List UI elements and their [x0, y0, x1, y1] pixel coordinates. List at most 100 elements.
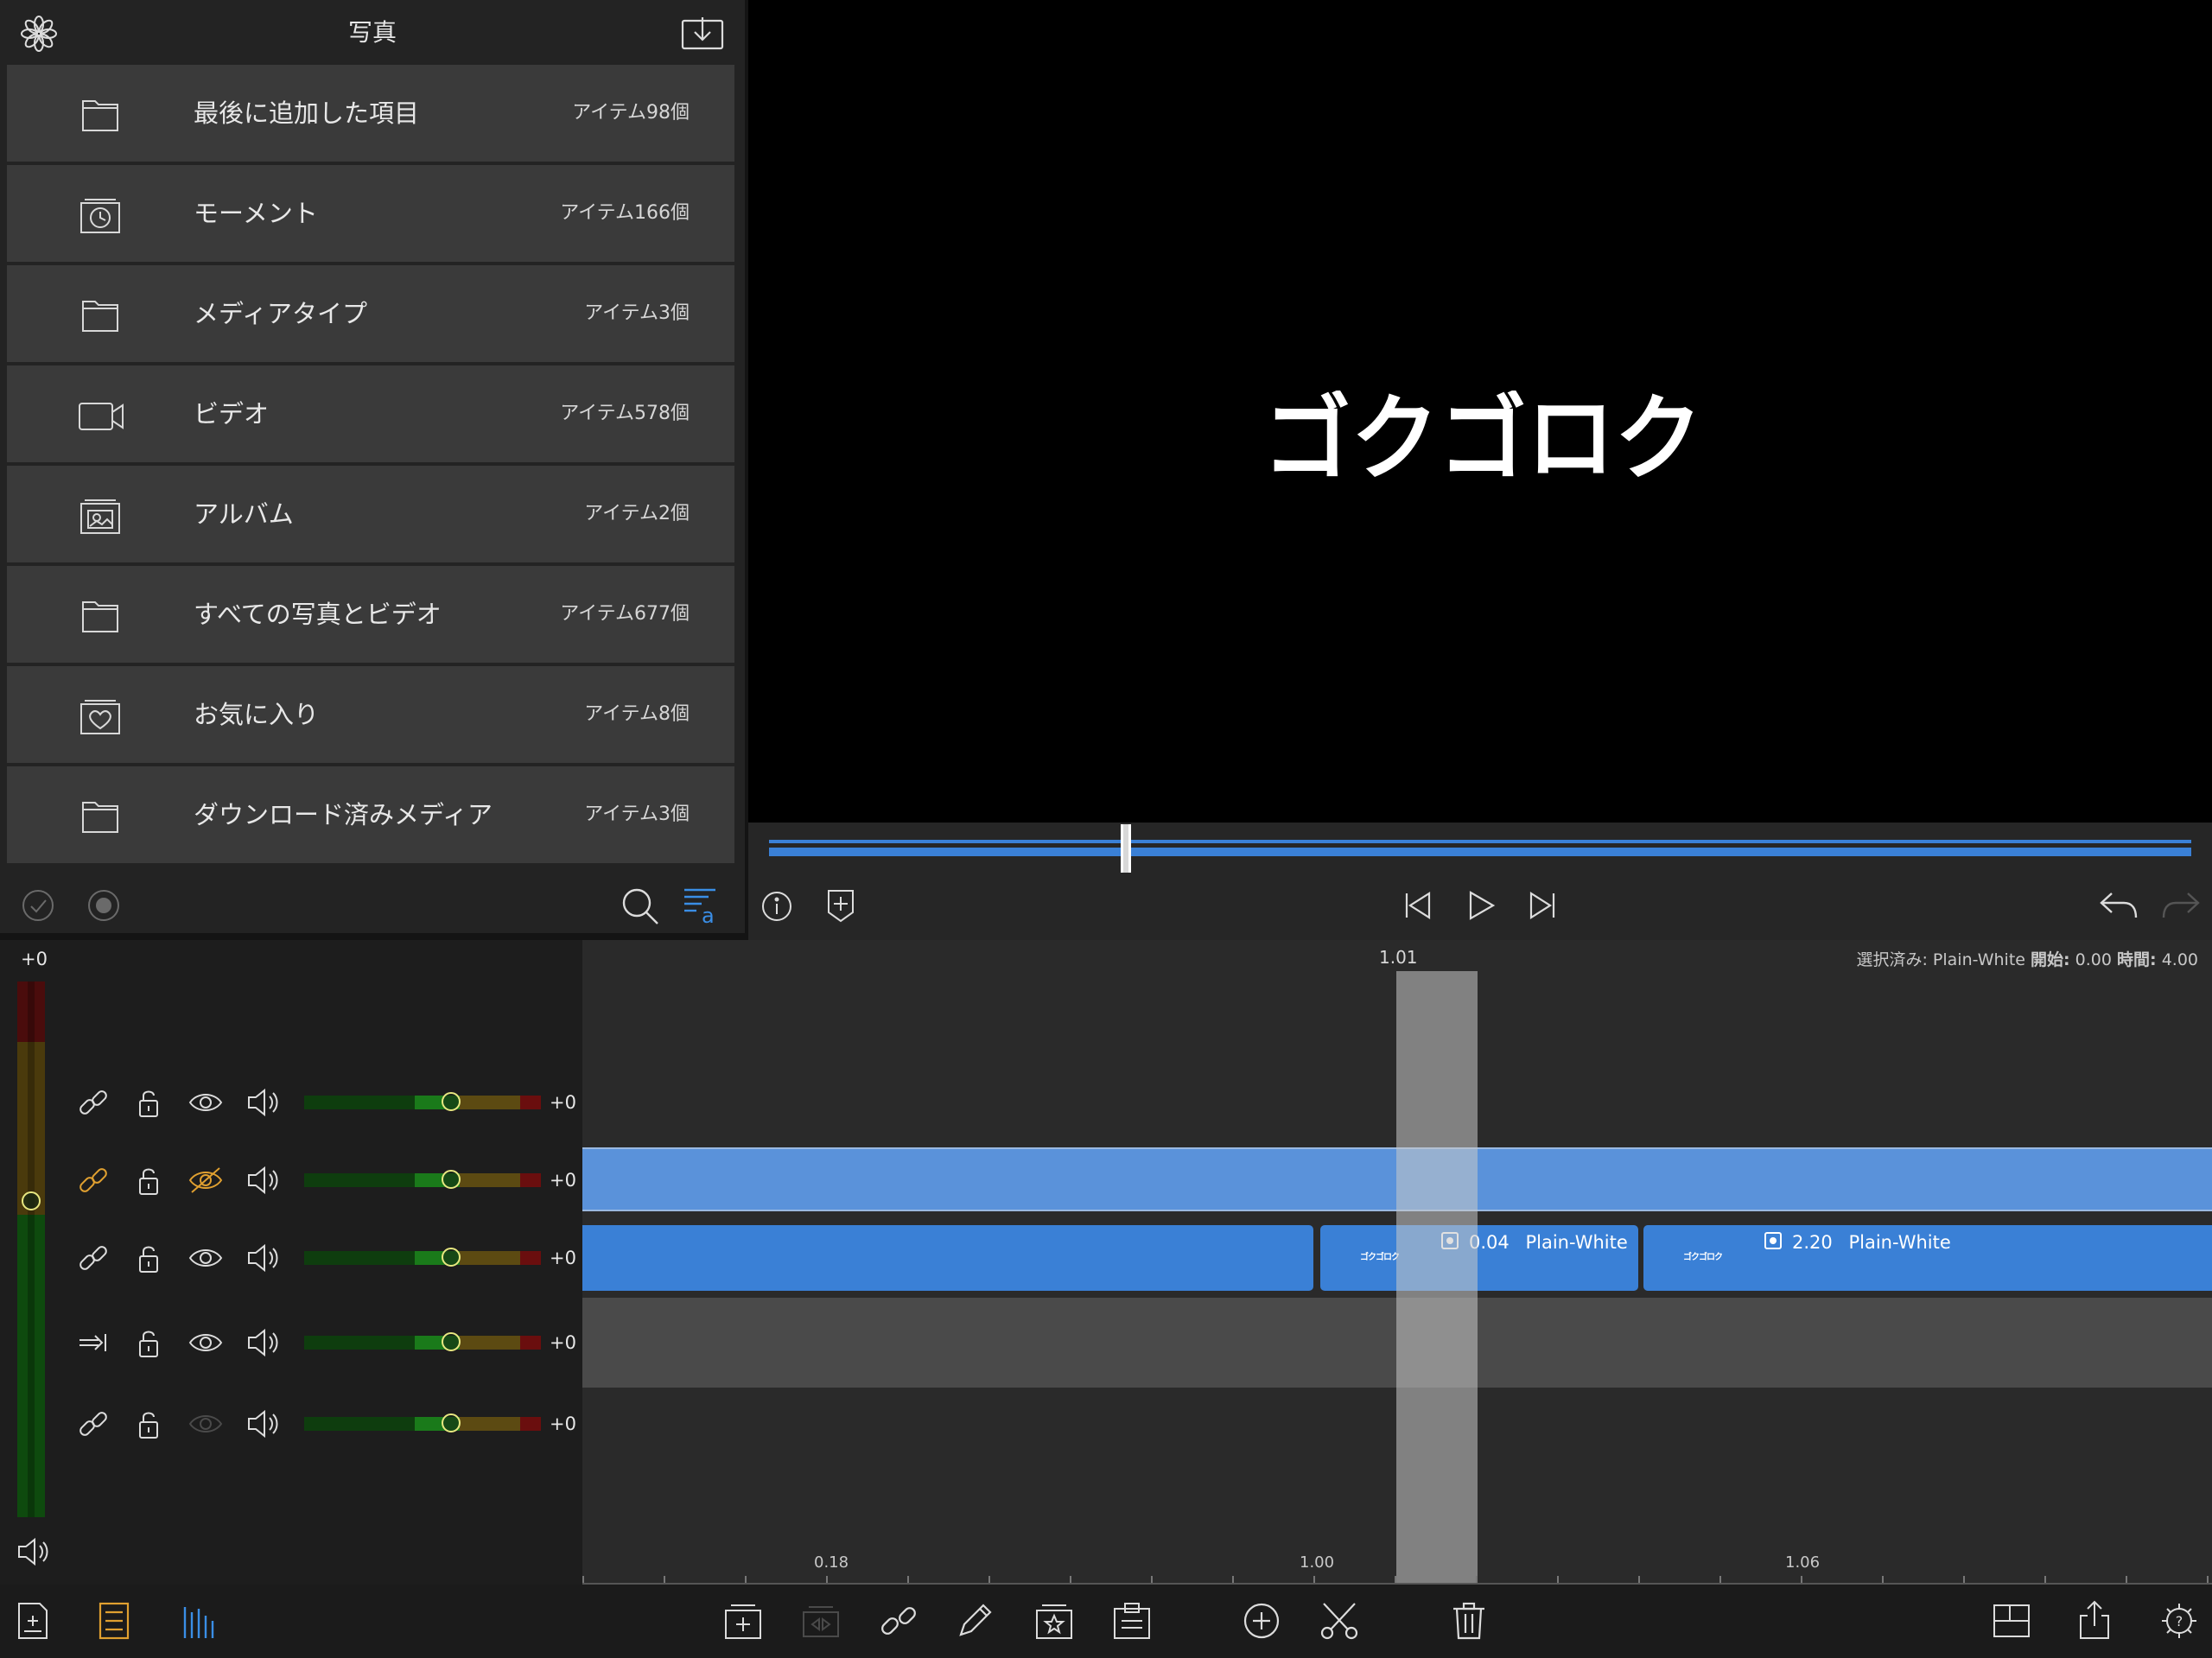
record-icon[interactable]: [86, 888, 121, 923]
album-count: アイテム98個: [572, 102, 690, 124]
album-count: アイテム8個: [584, 703, 690, 725]
new-project-icon[interactable]: [12, 1600, 54, 1642]
speaker-icon[interactable]: [245, 1327, 280, 1358]
album-label: すべての写真とビデオ: [194, 600, 442, 629]
link-icon[interactable]: [76, 1087, 111, 1118]
add-track-icon[interactable]: [722, 1600, 764, 1642]
ruler-tick: [1232, 1576, 1234, 1583]
album-row[interactable]: すべての写真とビデオ アイテム677個: [7, 566, 734, 663]
track-control-row: +0: [0, 1154, 582, 1206]
lock-open-icon[interactable]: [131, 1087, 166, 1118]
video-clip-main[interactable]: [582, 1225, 1313, 1291]
settings-help-icon[interactable]: ?: [2158, 1600, 2200, 1642]
album-row[interactable]: ビデオ アイテム578個: [7, 365, 734, 462]
master-speaker-icon[interactable]: [16, 1536, 50, 1567]
info-icon[interactable]: [760, 890, 793, 923]
eye-slash-icon[interactable]: [188, 1165, 223, 1196]
ruler-tick: [1557, 1576, 1559, 1583]
video-clip-2[interactable]: ゴクゴロク 2.20 Plain-White: [1643, 1225, 2212, 1291]
lock-open-icon[interactable]: [131, 1242, 166, 1274]
fader-knob[interactable]: [442, 1170, 461, 1189]
video-viewer[interactable]: ゴクゴロク: [748, 0, 2212, 823]
clipboard-icon[interactable]: [1111, 1600, 1153, 1642]
favorite-clip-icon[interactable]: [1033, 1600, 1075, 1642]
track-volume-fader[interactable]: [304, 1170, 541, 1189]
play-icon[interactable]: [1464, 888, 1498, 923]
ruler-tick: [1638, 1576, 1640, 1583]
preview-scrubber[interactable]: [748, 823, 2212, 874]
track-control-row: +0: [0, 1077, 582, 1128]
scrubber-track: [769, 848, 2191, 856]
clip-name: Plain-White: [1848, 1232, 1951, 1253]
ruler-tick: [2207, 1576, 2209, 1583]
import-download-icon[interactable]: [681, 16, 724, 50]
lock-open-icon[interactable]: [131, 1408, 166, 1439]
transition-icon: [800, 1600, 842, 1642]
album-row[interactable]: モーメント アイテム166個: [7, 165, 734, 262]
link-clips-icon[interactable]: [878, 1600, 919, 1642]
track-volume-fader[interactable]: [304, 1413, 541, 1432]
fader-knob[interactable]: [442, 1413, 461, 1432]
track-volume-value: +0: [550, 1170, 576, 1191]
track-volume-value: +0: [550, 1332, 576, 1353]
scrubber-playhead[interactable]: [1121, 824, 1131, 873]
layout-icon[interactable]: [1991, 1600, 2032, 1642]
split-scissors-icon[interactable]: [1319, 1600, 1360, 1642]
media-browser: 写真 最後に追加した項目 アイテム98個 モーメント アイテム166個 メディアタイプア…: [0, 0, 745, 933]
album-row[interactable]: ダウンロード済みメディア アイテム3個: [7, 766, 734, 863]
fader-knob[interactable]: [442, 1092, 461, 1111]
ruler-tick: [582, 1576, 584, 1583]
select-check-icon[interactable]: [21, 888, 55, 923]
sort-text-icon[interactable]: a: [683, 885, 722, 926]
fader-knob[interactable]: [442, 1332, 461, 1351]
fader-knob[interactable]: [442, 1248, 461, 1267]
album-count: アイテム2個: [584, 503, 690, 524]
inspector-list-icon[interactable]: [93, 1600, 135, 1642]
edit-pencil-icon[interactable]: [954, 1600, 995, 1642]
browser-title: 写真: [347, 18, 397, 47]
video-clip-1[interactable]: ゴクゴロク 0.04 Plain-White: [1320, 1225, 1638, 1291]
speaker-icon[interactable]: [245, 1242, 280, 1274]
album-row[interactable]: お気に入り アイテム8個: [7, 666, 734, 763]
eye-icon[interactable]: [188, 1242, 223, 1274]
eye-dim-icon[interactable]: [188, 1408, 223, 1439]
add-clip-icon[interactable]: [1241, 1600, 1282, 1642]
search-icon[interactable]: [620, 886, 660, 926]
album-count: アイテム578個: [560, 403, 690, 424]
folder-icon: [69, 296, 131, 334]
add-marker-icon[interactable]: [826, 888, 855, 923]
lock-open-icon[interactable]: [131, 1327, 166, 1358]
track-volume-fader[interactable]: [304, 1248, 541, 1267]
skip-back-icon[interactable]: [1400, 888, 1434, 923]
speaker-icon[interactable]: [245, 1087, 280, 1118]
track-control-row: +0: [0, 1317, 582, 1369]
link-icon[interactable]: [76, 1408, 111, 1439]
eye-icon[interactable]: [188, 1327, 223, 1358]
track-volume-fader[interactable]: [304, 1092, 541, 1111]
svg-text:a: a: [702, 904, 715, 926]
skip-forward-icon[interactable]: [1526, 888, 1560, 923]
track-volume-fader[interactable]: [304, 1332, 541, 1351]
album-label: メディアタイプ: [194, 299, 367, 328]
speaker-icon[interactable]: [245, 1165, 280, 1196]
undo-icon[interactable]: [2098, 890, 2139, 921]
link-icon[interactable]: [76, 1242, 111, 1274]
album-row[interactable]: 最後に追加した項目 アイテム98個: [7, 65, 734, 162]
favorites-icon: [69, 697, 131, 735]
eye-icon[interactable]: [188, 1087, 223, 1118]
ruler-label: 1.06: [1785, 1553, 1821, 1572]
timeline[interactable]: 1.01 選択済み: Plain-White 開始: 0.00 時間: 4.00…: [582, 940, 2212, 1585]
delete-trash-icon[interactable]: [1448, 1600, 1490, 1642]
viewer-title-logo: ゴクゴロク: [1258, 391, 1707, 477]
arrow-to-end-icon[interactable]: [76, 1327, 111, 1358]
redo-icon[interactable]: [2160, 890, 2202, 921]
speaker-icon[interactable]: [245, 1408, 280, 1439]
lock-open-icon[interactable]: [131, 1165, 166, 1196]
timeline-playhead-region[interactable]: [1396, 971, 1478, 1585]
ruler-tick: [1801, 1576, 1802, 1583]
album-row[interactable]: メディアタイプ アイテム3個: [7, 265, 734, 362]
link-icon[interactable]: [76, 1165, 111, 1196]
album-row[interactable]: アルバム アイテム2個: [7, 466, 734, 562]
audio-meter-icon[interactable]: [178, 1600, 219, 1642]
share-export-icon[interactable]: [2074, 1600, 2115, 1642]
